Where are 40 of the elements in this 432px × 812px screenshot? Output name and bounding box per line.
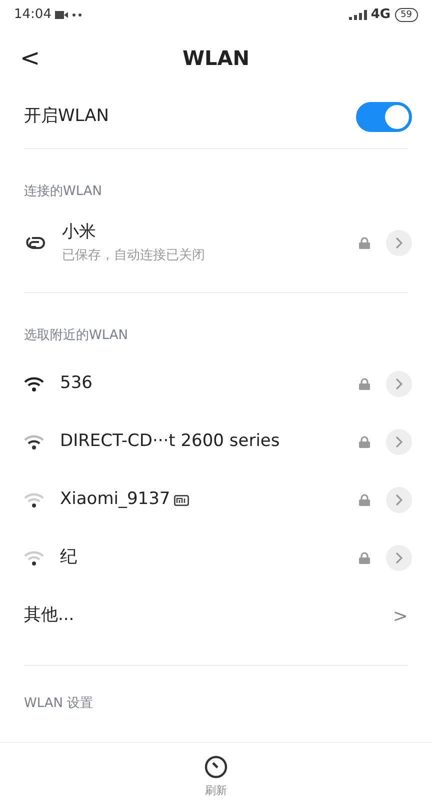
detail-button[interactable] <box>386 487 412 513</box>
network-row[interactable]: DIRECT-CD···t 2600 series <box>0 413 432 471</box>
refresh-button[interactable]: 刷新 <box>204 755 228 800</box>
wlan-switch[interactable] <box>356 102 412 132</box>
link-icon <box>24 234 46 250</box>
video-icon <box>55 11 68 19</box>
network-type: 4G <box>370 6 391 24</box>
detail-button[interactable] <box>386 371 412 397</box>
network-row[interactable]: 536 <box>0 355 432 413</box>
detail-button[interactable] <box>386 230 412 256</box>
chevron-right-icon <box>395 436 403 448</box>
section-heading: WLAN 设置 <box>23 695 94 713</box>
status-time: 14:04 <box>14 6 52 24</box>
other-label: 其他... <box>24 604 74 628</box>
network-name: 小米 <box>62 221 97 244</box>
refresh-icon <box>204 755 228 780</box>
detail-button[interactable] <box>386 545 412 571</box>
chevron-right-icon: > <box>392 602 408 630</box>
chevron-right-icon <box>395 378 403 390</box>
network-row[interactable]: 小米 已保存，自动连接已关闭 <box>0 212 432 274</box>
signal-icon <box>348 10 367 20</box>
battery-level: 59 <box>394 8 418 22</box>
network-name: 纪 <box>60 546 77 570</box>
detail-button[interactable] <box>386 429 412 455</box>
network-row[interactable]: 纪 <box>0 529 432 587</box>
network-name: DIRECT-CD···t 2600 series <box>60 430 280 454</box>
section-heading: 连接的WLAN <box>23 183 104 201</box>
chevron-right-icon <box>395 494 403 506</box>
toggle-label: 开启WLAN <box>24 105 110 128</box>
chevron-right-icon <box>395 236 403 248</box>
chevron-right-icon <box>395 552 403 564</box>
network-name: Xiaomi_9137 <box>60 488 170 512</box>
page-title: WLAN <box>182 45 250 72</box>
back-button[interactable]: < <box>20 46 40 70</box>
network-status: 已保存，自动连接已关闭 <box>62 246 205 264</box>
other-row[interactable]: 其他... > <box>0 587 432 645</box>
more-icon <box>72 13 82 17</box>
section-heading: 选取附近的WLAN <box>23 326 130 344</box>
network-row[interactable]: Xiaomi_9137 <box>0 471 432 529</box>
network-name: 536 <box>60 372 92 396</box>
